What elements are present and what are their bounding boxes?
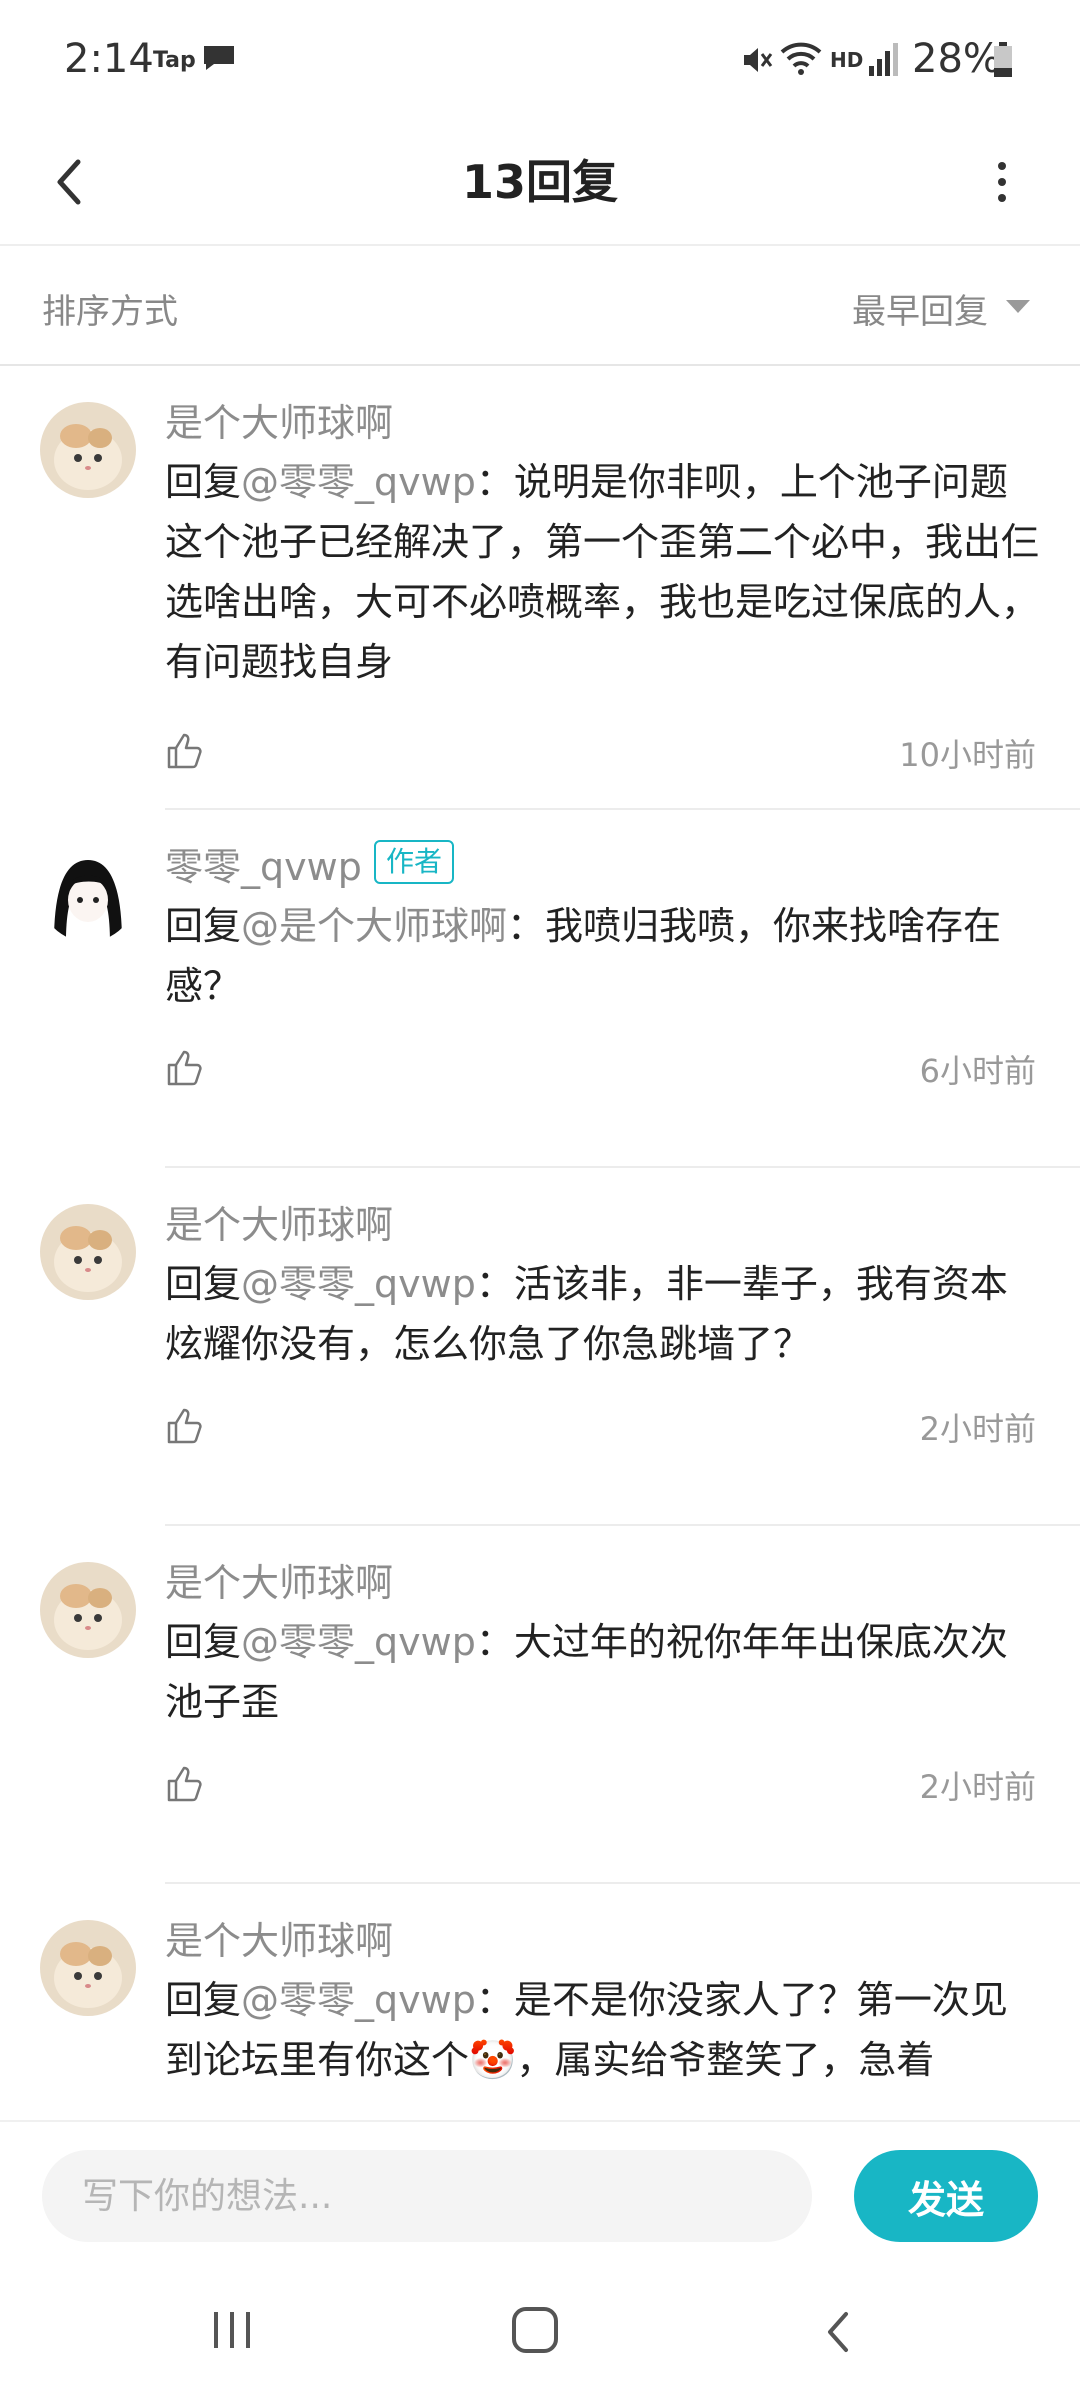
comment-text: 回复@零零_qvwp：说明是你非呗，上个池子问题这个池子已经解决了，第一个歪第二…	[165, 452, 1045, 692]
author-badge: 作者	[374, 840, 455, 884]
username[interactable]: 是个大师球啊	[165, 1194, 393, 1249]
username[interactable]: 零零_qvwp	[165, 836, 362, 891]
header: 13回复	[0, 120, 1080, 246]
battery-icon	[994, 42, 1012, 77]
cat-avatar-image	[40, 1920, 136, 2016]
sort-dropdown[interactable]: 最早回复	[852, 284, 988, 333]
comment-item: 是个大师球啊 回复@零零_qvwp：大过年的祝你年年出保底次次池子歪 2小时前	[0, 1526, 1080, 1884]
cat-avatar-image	[40, 1204, 136, 1300]
comment-text: 回复@零零_qvwp：活该非，非一辈子，我有资本炫耀你没有，怎么你急了你急跳墙了…	[165, 1254, 1045, 1374]
username[interactable]: 是个大师球啊	[165, 392, 393, 447]
mention-link[interactable]: @零零_qvwp	[241, 460, 476, 504]
reply-prefix: 回复	[165, 904, 242, 948]
tap-notification-label: Tap	[153, 48, 196, 73]
sort-label: 排序方式	[42, 292, 178, 332]
avatar[interactable]	[40, 402, 136, 498]
signal-icon	[869, 43, 898, 76]
reply-list[interactable]: 是个大师球啊 回复@零零_qvwp：说明是你非呗，上个池子问题这个池子已经解决了…	[0, 366, 1080, 2120]
avatar[interactable]	[40, 846, 136, 942]
status-time: 2:14	[64, 36, 154, 82]
sort-bar: 排序方式 最早回复	[0, 246, 1080, 366]
thumbs-up-icon[interactable]	[165, 731, 205, 771]
mention-link[interactable]: @零零_qvwp	[241, 1262, 476, 1306]
more-options-button[interactable]	[970, 142, 1034, 222]
avatar[interactable]	[40, 1920, 136, 2016]
comment-item: 是个大师球啊 回复@零零_qvwp：是不是你没家人了？第一次见到论坛里有你这个🤡…	[0, 1884, 1080, 2120]
caret-down-icon[interactable]	[1006, 300, 1030, 313]
mention-link[interactable]: @是个大师球啊	[241, 904, 507, 948]
anime-girl-avatar-image	[40, 846, 136, 942]
hd-label: HD	[830, 48, 864, 72]
comment-text: 回复@零零_qvwp：大过年的祝你年年出保底次次池子歪	[165, 1612, 1045, 1732]
comment-time: 2小时前	[919, 1768, 1036, 1806]
thumbs-up-icon[interactable]	[165, 1048, 205, 1088]
avatar[interactable]	[40, 1562, 136, 1658]
username[interactable]: 是个大师球啊	[165, 1910, 393, 1965]
recent-apps-icon[interactable]	[208, 2306, 256, 2354]
thumbs-up-icon[interactable]	[165, 1406, 205, 1446]
reply-prefix: 回复	[165, 460, 242, 504]
battery-percent: 28%	[912, 36, 1001, 82]
reply-prefix: 回复	[165, 1262, 242, 1306]
system-nav-bar	[0, 2264, 1080, 2400]
username[interactable]: 是个大师球啊	[165, 1552, 393, 1607]
comment-input[interactable]	[42, 2150, 812, 2242]
send-button[interactable]: 发送	[854, 2150, 1038, 2242]
comment-text: 回复@是个大师球啊：我喷归我喷，你来找啥存在感？	[165, 896, 1045, 1016]
wifi-icon	[780, 42, 822, 75]
page-title: 13回复	[461, 155, 618, 209]
comment-text: 回复@零零_qvwp：是不是你没家人了？第一次见到论坛里有你这个🤡，属实给爷整笑…	[165, 1970, 1045, 2090]
comment-item: 零零_qvwp 作者 回复@是个大师球啊：我喷归我喷，你来找啥存在感？ 6小时前	[0, 810, 1080, 1168]
comment-item: 是个大师球啊 回复@零零_qvwp：活该非，非一辈子，我有资本炫耀你没有，怎么你…	[0, 1168, 1080, 1526]
mention-link[interactable]: @零零_qvwp	[241, 1620, 476, 1664]
nav-back-icon[interactable]	[818, 2306, 858, 2358]
thumbs-up-icon[interactable]	[165, 1764, 205, 1804]
comment-time: 2小时前	[919, 1410, 1036, 1448]
avatar[interactable]	[40, 1204, 136, 1300]
reply-input-bar: 发送	[0, 2120, 1080, 2264]
comment-time: 10小时前	[899, 736, 1036, 774]
mention-link[interactable]: @零零_qvwp	[241, 1978, 476, 2022]
reply-prefix: 回复	[165, 1620, 242, 1664]
comment-time: 6小时前	[919, 1052, 1036, 1090]
status-bar: 2:14 Tap HD 28%	[0, 0, 1080, 120]
comment-item: 是个大师球啊 回复@零零_qvwp：说明是你非呗，上个池子问题这个池子已经解决了…	[0, 366, 1080, 810]
mute-icon	[744, 48, 773, 72]
reply-prefix: 回复	[165, 1978, 242, 2022]
cat-avatar-image	[40, 402, 136, 498]
message-icon	[204, 46, 234, 70]
home-icon[interactable]	[510, 2304, 560, 2356]
cat-avatar-image	[40, 1562, 136, 1658]
